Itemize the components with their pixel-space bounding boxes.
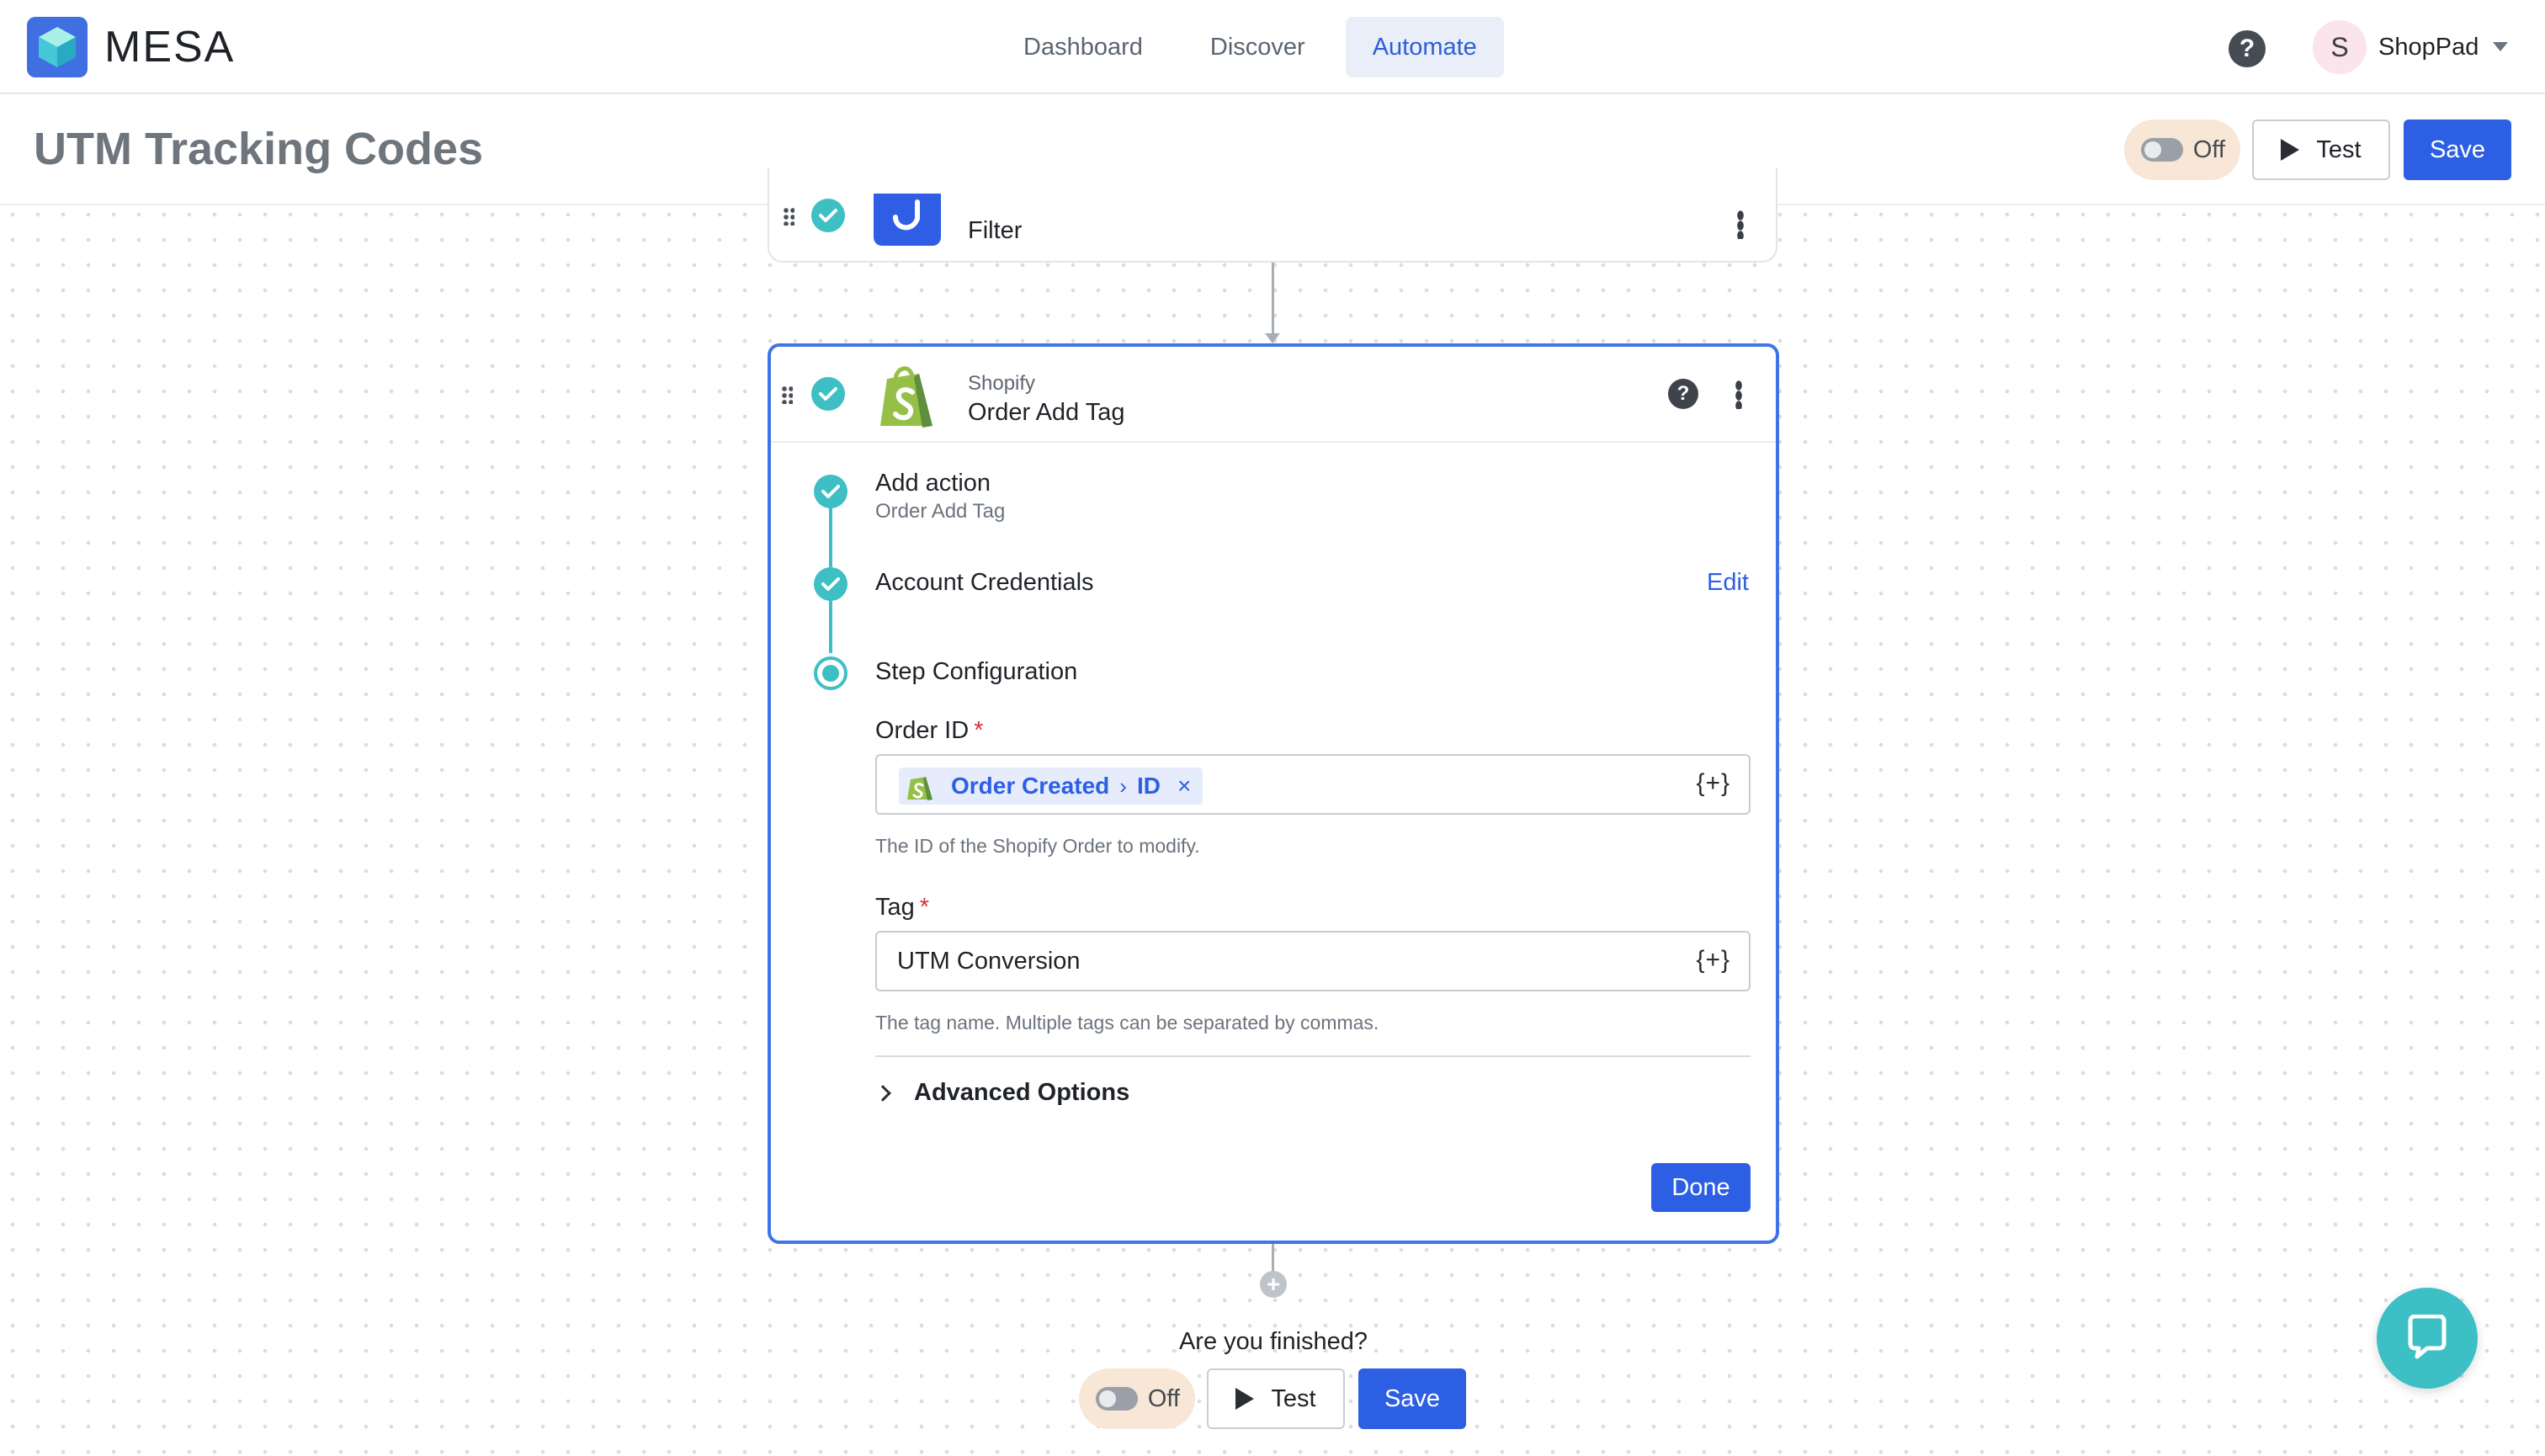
play-icon: [2281, 139, 2300, 161]
nav-automate[interactable]: Automate: [1345, 17, 1504, 77]
order-id-hint: The ID of the Shopify Order to modify.: [875, 835, 1200, 857]
variable-token[interactable]: Order Created › ID ×: [899, 768, 1203, 805]
check-icon: [811, 377, 845, 411]
check-icon: [814, 475, 847, 508]
more-options-icon[interactable]: [1737, 210, 1744, 239]
toggle-label: Off: [2192, 136, 2225, 163]
order-id-label: Order ID *: [875, 717, 984, 744]
account-name[interactable]: ShopPad: [2378, 30, 2479, 64]
toggle-label: Off: [1147, 1384, 1180, 1412]
shopify-bag-icon: [907, 777, 932, 800]
nav-discover[interactable]: Discover: [1183, 17, 1332, 77]
filter-step-name: Filter: [968, 217, 1023, 244]
token-source: Order Created: [951, 773, 1110, 799]
advanced-options-toggle[interactable]: Advanced Options: [874, 1079, 1130, 1107]
token-field: ID: [1136, 773, 1161, 799]
done-button[interactable]: Done: [1651, 1163, 1751, 1212]
tag-input-value[interactable]: UTM Conversion: [897, 948, 1081, 975]
test-button[interactable]: Test: [2252, 120, 2390, 180]
main-nav: Dashboard Discover Automate: [996, 17, 1504, 77]
action-step-card: Shopify Order Add Tag ? Add action Order…: [768, 343, 1779, 1244]
required-mark: *: [919, 894, 930, 921]
divider: [875, 1055, 1751, 1057]
filter-step-card[interactable]: Filter: [768, 168, 1777, 263]
test-button-bottom[interactable]: Test: [1207, 1368, 1345, 1429]
drag-handle-icon[interactable]: [781, 385, 793, 404]
avatar[interactable]: S: [2313, 20, 2367, 74]
top-bar: MESA Dashboard Discover Automate ? S Sho…: [0, 0, 2545, 94]
mesa-logo-icon[interactable]: [27, 17, 88, 77]
order-id-field[interactable]: Order Created › ID × {+}: [875, 754, 1751, 815]
action-step-name: Order Add Tag: [968, 399, 1125, 426]
advanced-options-label: Advanced Options: [914, 1079, 1130, 1106]
arrow-down-icon: [1265, 333, 1280, 343]
step-add-action-title[interactable]: Add action: [875, 470, 991, 497]
insert-variable-button[interactable]: {+}: [1696, 769, 1730, 798]
finished-question: Are you finished?: [1178, 1328, 1368, 1355]
chevron-down-icon[interactable]: [2493, 42, 2508, 51]
page-title: UTM Tracking Codes: [34, 124, 484, 174]
connector-line: [1272, 263, 1274, 335]
chevron-right-icon: ›: [1119, 773, 1127, 799]
tag-field[interactable]: UTM Conversion {+}: [875, 931, 1751, 991]
step-configuration-title: Step Configuration: [875, 658, 1078, 685]
tag-label: Tag *: [875, 894, 930, 921]
help-icon[interactable]: ?: [1668, 379, 1698, 409]
check-icon: [814, 567, 847, 601]
test-button-label: Test: [2316, 136, 2362, 163]
toggle-switch[interactable]: [1096, 1387, 1138, 1411]
chat-bubble-icon: [2408, 1315, 2447, 1359]
play-icon: [1235, 1388, 1255, 1410]
step-add-action-subtitle: Order Add Tag: [875, 500, 1006, 523]
filter-app-icon: [874, 194, 941, 246]
remove-token-icon[interactable]: ×: [1177, 773, 1191, 800]
nav-dashboard[interactable]: Dashboard: [996, 17, 1170, 77]
enable-toggle[interactable]: Off: [2124, 120, 2240, 180]
tag-hint: The tag name. Multiple tags can be separ…: [875, 1012, 1379, 1034]
current-step-icon: [814, 656, 847, 690]
add-step-icon[interactable]: +: [1260, 1271, 1287, 1298]
action-step-header[interactable]: Shopify Order Add Tag ?: [771, 347, 1776, 443]
insert-variable-button[interactable]: {+}: [1696, 946, 1730, 975]
test-button-label: Test: [1271, 1384, 1316, 1412]
help-icon[interactable]: ?: [2229, 30, 2266, 67]
shopify-bag-icon: [880, 366, 932, 428]
drag-handle-icon[interactable]: [783, 207, 794, 226]
chevron-right-icon: [874, 1084, 891, 1102]
save-button[interactable]: Save: [2404, 120, 2511, 180]
more-options-icon[interactable]: [1735, 380, 1742, 409]
connector-line: [1272, 1244, 1274, 1274]
edit-credentials-link[interactable]: Edit: [1707, 569, 1749, 597]
enable-toggle-bottom[interactable]: Off: [1079, 1368, 1195, 1429]
save-button-bottom[interactable]: Save: [1358, 1368, 1466, 1429]
brand-name: MESA: [104, 23, 236, 72]
action-app-name: Shopify: [968, 372, 1036, 395]
check-icon: [811, 199, 845, 232]
required-mark: *: [974, 717, 984, 744]
toggle-switch[interactable]: [2141, 138, 2183, 162]
chat-support-button[interactable]: [2377, 1288, 2478, 1389]
step-credentials-title[interactable]: Account Credentials: [875, 569, 1094, 597]
